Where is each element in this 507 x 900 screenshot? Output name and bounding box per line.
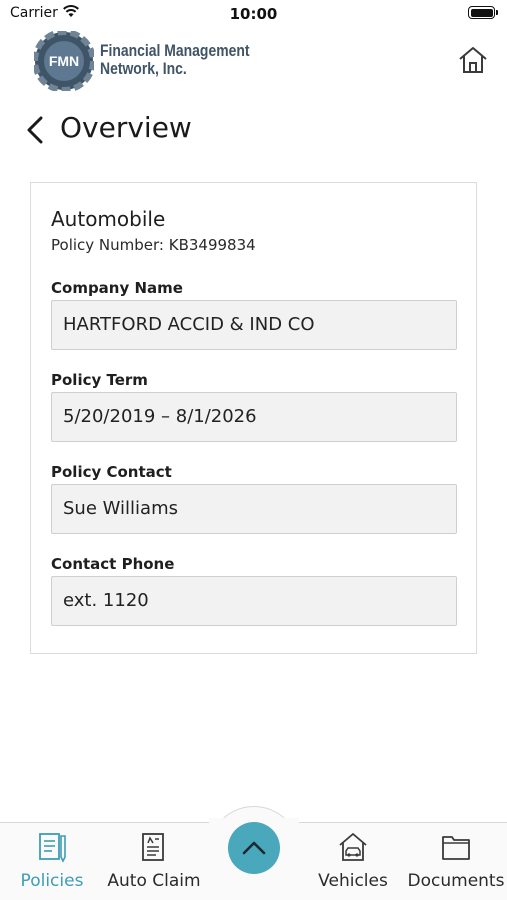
tab-label-documents: Documents xyxy=(407,871,505,891)
contact-phone-field[interactable]: ext. 1120 xyxy=(51,576,457,626)
tab-label-auto-claim: Auto Claim xyxy=(107,871,201,891)
expand-menu-button[interactable] xyxy=(228,822,280,874)
chevron-up-icon xyxy=(242,841,266,855)
brand-line-1: Financial Management xyxy=(100,41,250,60)
tab-auto-claim[interactable]: Auto Claim xyxy=(104,823,204,900)
tab-vehicles[interactable]: Vehicles xyxy=(306,823,400,900)
company-name-label: Company Name xyxy=(51,279,183,297)
back-chevron-icon[interactable] xyxy=(22,112,48,148)
brand-name: Financial Management Network, Inc. xyxy=(100,42,250,78)
app-header: FMN Financial Management Network, Inc. xyxy=(0,28,507,96)
status-time: 10:00 xyxy=(229,5,278,23)
policy-contact-label: Policy Contact xyxy=(51,463,172,481)
status-bar: Carrier 10:00 xyxy=(0,0,507,28)
company-name-field: HARTFORD ACCID & IND CO xyxy=(51,300,457,350)
home-icon[interactable] xyxy=(457,44,489,76)
policy-contact-field: Sue Williams xyxy=(51,484,457,534)
policy-type: Automobile xyxy=(51,207,166,231)
brand-line-2: Network, Inc. xyxy=(100,59,187,78)
fmn-logo: FMN xyxy=(34,31,94,91)
policy-term-label: Policy Term xyxy=(51,371,148,389)
battery-icon xyxy=(468,6,498,19)
page-title: Overview xyxy=(60,111,192,144)
auto-claim-icon xyxy=(142,833,164,861)
logo-text: FMN xyxy=(49,53,79,69)
vehicles-icon xyxy=(339,832,367,861)
contact-phone-label: Contact Phone xyxy=(51,555,175,573)
title-row: Overview xyxy=(0,108,507,152)
documents-icon xyxy=(442,836,470,860)
policy-number: Policy Number: KB3499834 xyxy=(51,236,256,254)
policy-term-field: 5/20/2019 – 8/1/2026 xyxy=(51,392,457,442)
tab-label-vehicles: Vehicles xyxy=(318,871,388,891)
tab-policies[interactable]: Policies xyxy=(0,823,104,900)
tab-label-policies: Policies xyxy=(20,871,84,891)
policy-card: Automobile Policy Number: KB3499834 Comp… xyxy=(30,182,477,654)
policies-icon xyxy=(39,833,66,863)
tab-documents[interactable]: Documents xyxy=(405,823,507,900)
